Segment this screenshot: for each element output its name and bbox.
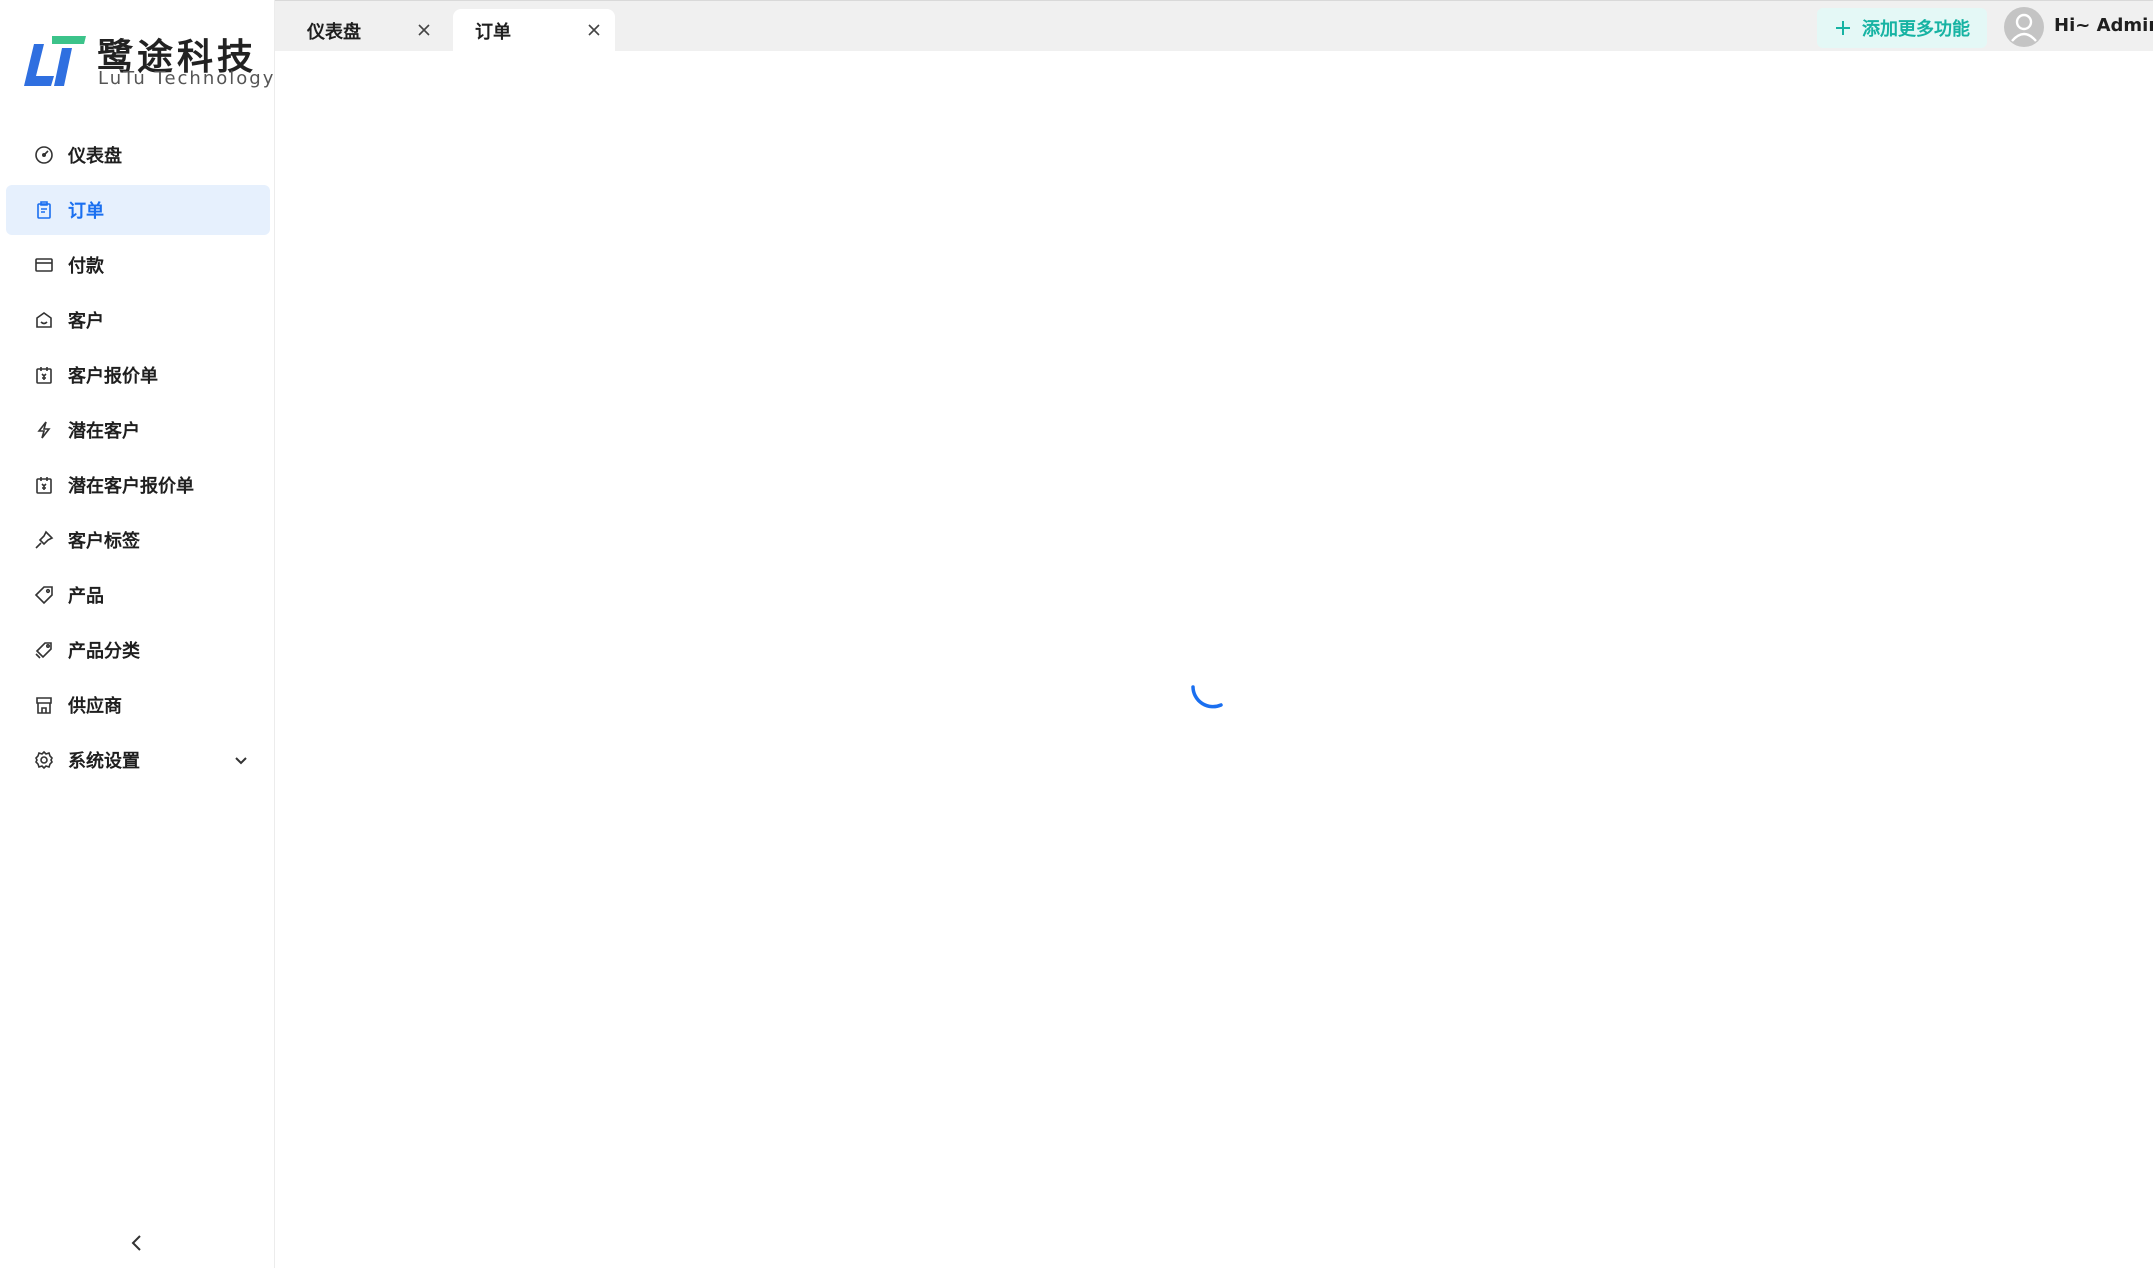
sidebar-item-orders[interactable]: 订单 [6,185,270,235]
add-feature-button[interactable]: 添加更多功能 [1817,8,1987,48]
close-icon[interactable] [587,23,601,37]
sidebar-item-lead-quotes[interactable]: 潜在客户报价单 [6,460,270,510]
order-icon [34,200,54,220]
sidebar-item-payments[interactable]: 付款 [6,240,270,290]
user-icon [2011,13,2037,42]
payment-icon [34,255,54,275]
sidebar-item-label: 潜在客户报价单 [68,476,194,497]
tab-label: 仪表盘 [307,21,361,43]
quote-icon [34,475,54,495]
sidebar-menu: 仪表盘 订单 付款 客户 客户报价单 潜在客户 潜在客户报价单 客户标签 产品 … [6,130,270,790]
tab-dashboard[interactable]: 仪表盘 [285,9,445,52]
chevron-down-icon[interactable] [232,751,250,769]
tab-orders[interactable]: 订单 [453,9,615,52]
avatar[interactable] [2004,7,2044,47]
sidebar-item-customer-quotes[interactable]: 客户报价单 [6,350,270,400]
close-icon[interactable] [417,23,431,37]
sidebar-item-customer-tags[interactable]: 客户标签 [6,515,270,565]
sidebar-item-label: 客户报价单 [68,366,158,387]
lightning-icon [34,420,54,440]
sidebar-item-label: 付款 [68,256,104,277]
sidebar-item-label: 客户标签 [68,531,140,552]
main-content [275,51,2153,1268]
brand-logo[interactable]: 鹭途科技 LuTu Technology [22,28,273,89]
sidebar: 鹭途科技 LuTu Technology 仪表盘 订单 付款 客户 客户报价单 … [0,0,275,1268]
pin-icon [34,530,54,550]
sidebar-item-leads[interactable]: 潜在客户 [6,405,270,455]
tags-icon [34,640,54,660]
sidebar-item-system-settings[interactable]: 系统设置 [6,735,270,785]
sidebar-item-label: 系统设置 [68,751,140,772]
brand-logo-mark [24,36,86,86]
user-greeting[interactable]: Hi~ Admin [2054,15,2153,36]
sidebar-item-label: 仪表盘 [68,146,122,167]
sidebar-item-suppliers[interactable]: 供应商 [6,680,270,730]
quote-icon [34,365,54,385]
gear-icon [34,750,54,770]
sidebar-item-label: 潜在客户 [68,421,140,442]
sidebar-item-product-categories[interactable]: 产品分类 [6,625,270,675]
brand-name-en: LuTu Technology [98,68,276,89]
sidebar-item-customers[interactable]: 客户 [6,295,270,345]
tab-bar: 仪表盘 订单 添加更多功能 Hi~ Admin [275,0,2153,52]
sidebar-item-label: 订单 [68,201,104,222]
customer-icon [34,310,54,330]
chevron-left-icon[interactable] [126,1232,148,1254]
sidebar-item-label: 产品分类 [68,641,140,662]
store-icon [34,695,54,715]
loading-spinner-icon [1191,685,1223,709]
sidebar-item-label: 供应商 [68,696,122,717]
sidebar-item-products[interactable]: 产品 [6,570,270,620]
tab-label: 订单 [475,21,511,43]
plus-icon [1836,21,1850,35]
sidebar-item-dashboard[interactable]: 仪表盘 [6,130,270,180]
dashboard-icon [34,145,54,165]
tag-icon [34,585,54,605]
sidebar-item-label: 客户 [68,311,104,332]
add-feature-label: 添加更多功能 [1862,19,1970,40]
sidebar-item-label: 产品 [68,586,104,607]
